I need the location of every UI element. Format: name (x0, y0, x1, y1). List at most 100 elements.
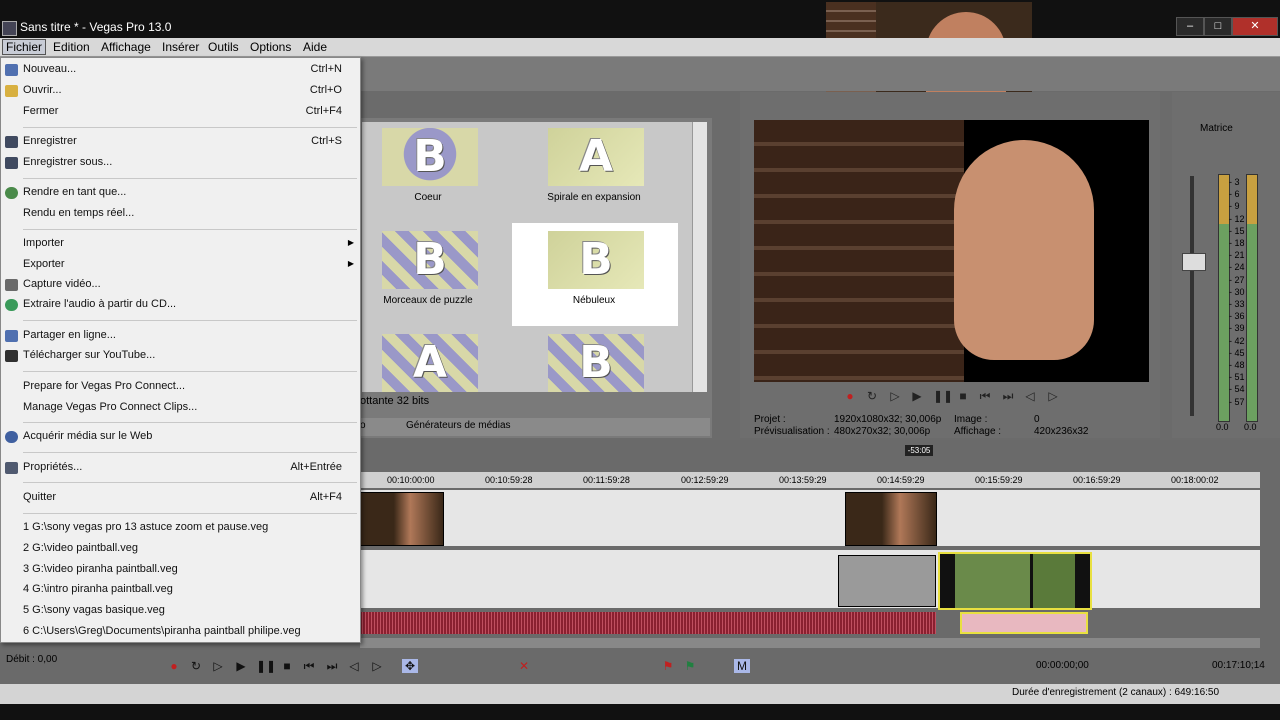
transition-label-nebuleux: Nébuleux (572, 295, 616, 306)
video-clip[interactable] (838, 555, 936, 607)
ruler-timecode: 00:18:00:02 (1171, 475, 1219, 485)
menu-inserer[interactable]: Insérer (162, 40, 199, 54)
video-clip[interactable] (845, 492, 937, 546)
region-icon[interactable]: ⚑ (682, 659, 698, 673)
go-start-icon[interactable]: ⏮ (301, 659, 317, 673)
record-icon[interactable]: ● (843, 389, 857, 403)
video-track-1[interactable] (360, 490, 1260, 546)
go-end-icon[interactable]: ⏭ (324, 659, 340, 673)
timeline-horizontal-scrollbar[interactable] (360, 638, 1260, 648)
preview-frame (754, 120, 1149, 382)
pause-icon[interactable]: ❚❚ (256, 659, 276, 673)
transition-thumb-5[interactable]: A (382, 334, 478, 392)
loop-region-marker[interactable]: -53:05 (905, 445, 933, 456)
folder-icon (5, 85, 18, 97)
edit-tool-icon[interactable]: ✥ (402, 659, 418, 673)
menu-separator (23, 320, 357, 321)
loop-icon[interactable]: ↻ (865, 389, 879, 403)
play-from-start-icon[interactable]: ▷ (210, 659, 226, 673)
menu-item-manage-connect[interactable]: Manage Vegas Pro Connect Clips... (23, 401, 197, 413)
meter-scale-label: - 30 (1229, 286, 1245, 297)
transition-thumb-coeur[interactable]: B (382, 128, 478, 186)
save-as-icon (5, 157, 18, 169)
transitions-scrollbar[interactable] (692, 122, 707, 392)
play-icon[interactable]: ▶ (233, 659, 249, 673)
video-track-2[interactable] (360, 550, 1260, 608)
thumb-letter: B (413, 131, 447, 182)
shortcut-enregistrer: Ctrl+S (311, 135, 342, 147)
master-fader-handle[interactable] (1182, 253, 1206, 271)
recent-file-4[interactable]: 4 G:\intro piranha paintball.veg (23, 583, 173, 595)
menu-item-extraire-audio[interactable]: Extraire l'audio à partir du CD... (23, 298, 176, 310)
ruler-timecode: 00:11:59:28 (583, 475, 630, 485)
menu-aide[interactable]: Aide (303, 40, 327, 54)
menu-options[interactable]: Options (250, 40, 291, 54)
play-from-start-icon[interactable]: ▷ (888, 389, 902, 403)
youtube-icon (5, 350, 18, 362)
recent-file-2[interactable]: 2 G:\video paintball.veg (23, 542, 138, 554)
marker-icon[interactable]: ⚑ (660, 659, 676, 673)
projet-value: 1920x1080x32; 30,006p (834, 414, 942, 425)
close-button[interactable]: ✕ (1232, 17, 1278, 36)
menu-outils[interactable]: Outils (208, 40, 239, 54)
ruler-timecode: 00:15:59:29 (975, 475, 1023, 485)
file-menu: Nouveau... Ctrl+N Ouvrir... Ctrl+O Ferme… (0, 57, 361, 643)
menu-item-proprietes[interactable]: Propriétés... (23, 461, 82, 473)
record-icon[interactable]: ● (166, 659, 182, 673)
prev-frame-icon[interactable]: ◁ (346, 659, 362, 673)
menu-item-fermer[interactable]: Fermer (23, 105, 58, 117)
menu-item-rendu-temps-reel[interactable]: Rendu en temps réel... (23, 207, 134, 219)
menu-item-nouveau[interactable]: Nouveau... (23, 63, 76, 75)
recent-file-5[interactable]: 5 G:\sony vagas basique.veg (23, 604, 165, 616)
menu-item-acquerir-web[interactable]: Acquérir média sur le Web (23, 430, 152, 442)
tab-generateurs-medias[interactable]: Générateurs de médias (406, 420, 511, 431)
next-frame-icon[interactable]: ▷ (1046, 389, 1060, 403)
stop-icon[interactable]: ■ (956, 389, 970, 403)
go-start-icon[interactable]: ⏮ (978, 389, 992, 403)
shortcut-fermer: Ctrl+F4 (305, 105, 342, 117)
meter-scale-label: - 21 (1229, 250, 1245, 261)
master-fader-track (1190, 176, 1194, 416)
auto-crossfade-icon[interactable]: M (734, 659, 750, 673)
loop-icon[interactable]: ↻ (188, 659, 204, 673)
recent-file-1[interactable]: 1 G:\sony vegas pro 13 astuce zoom et pa… (23, 521, 268, 533)
menu-item-capture-video[interactable]: Capture vidéo... (23, 278, 101, 290)
meter-scale-label: - 18 (1229, 238, 1245, 248)
affichage-value: 420x236x32 (1034, 426, 1089, 437)
minimize-button[interactable]: – (1176, 17, 1204, 36)
maximize-button[interactable]: □ (1204, 17, 1232, 36)
transition-thumb-6[interactable]: B (548, 334, 644, 392)
recent-file-3[interactable]: 3 G:\video piranha paintball.veg (23, 563, 178, 575)
menu-item-quitter[interactable]: Quitter (23, 491, 56, 503)
pause-icon[interactable]: ❚❚ (933, 389, 953, 403)
menu-affichage[interactable]: Affichage (101, 40, 151, 54)
menu-fichier[interactable]: Fichier (2, 39, 47, 55)
menu-edition[interactable]: Edition (53, 40, 90, 54)
menu-item-enregistrer-sous[interactable]: Enregistrer sous... (23, 156, 112, 168)
menu-item-rendre[interactable]: Rendre en tant que... (23, 186, 126, 198)
menu-item-enregistrer[interactable]: Enregistrer (23, 135, 77, 147)
audio-clip-selected[interactable] (960, 612, 1088, 634)
audio-waveform[interactable] (360, 612, 936, 634)
transition-thumb-spirale[interactable]: A (548, 128, 644, 186)
previsualisation-label: Prévisualisation : (754, 426, 830, 437)
transition-thumb-puzzle[interactable]: B (382, 231, 478, 289)
video-clip-selected[interactable] (938, 552, 1092, 610)
menu-item-youtube[interactable]: Télécharger sur YouTube... (23, 349, 155, 361)
menu-item-prepare-connect[interactable]: Prepare for Vegas Pro Connect... (23, 380, 185, 392)
stop-icon[interactable]: ■ (279, 659, 295, 673)
menu-item-ouvrir[interactable]: Ouvrir... (23, 84, 62, 96)
menu-item-partager[interactable]: Partager en ligne... (23, 329, 116, 341)
menu-item-importer[interactable]: Importer (23, 237, 64, 249)
delete-icon[interactable]: ✕ (516, 659, 532, 673)
vegas-app-icon[interactable] (2, 21, 17, 36)
play-icon[interactable]: ▶ (910, 389, 924, 403)
menu-item-exporter[interactable]: Exporter (23, 258, 65, 270)
recent-file-6[interactable]: 6 C:\Users\Greg\Documents\piranha paintb… (23, 625, 301, 637)
video-clip[interactable] (360, 492, 444, 546)
prev-frame-icon[interactable]: ◁ (1023, 389, 1037, 403)
ruler-timecode: 00:13:59:29 (779, 475, 827, 485)
go-end-icon[interactable]: ⏭ (1001, 389, 1015, 403)
next-frame-icon[interactable]: ▷ (369, 659, 385, 673)
transition-thumb-nebuleux[interactable]: B (548, 231, 644, 289)
